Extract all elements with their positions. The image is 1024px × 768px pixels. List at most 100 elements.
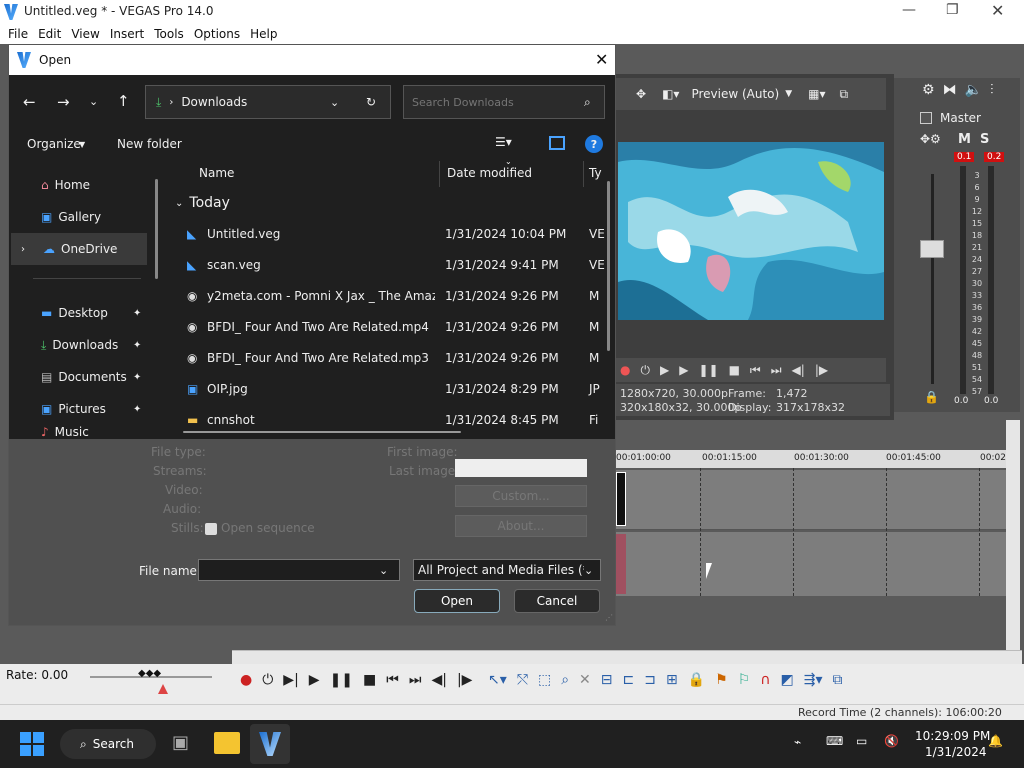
prev-frame-icon[interactable]: ◀|: [792, 363, 805, 377]
audio-clip[interactable]: [616, 534, 626, 594]
marker-icon[interactable]: ⚑: [715, 672, 728, 688]
nav-item-music[interactable]: ♪ Music: [9, 425, 149, 439]
file-row[interactable]: ◣ scan.veg 1/31/2024 9:41 PM VE: [167, 250, 607, 281]
envelope-tool-icon[interactable]: ⤲: [517, 672, 528, 688]
open-sequence-checkbox[interactable]: [205, 523, 217, 535]
go-to-end-icon[interactable]: ⏭: [409, 672, 422, 688]
refresh-icon[interactable]: ↻: [366, 95, 376, 109]
file-row[interactable]: ◉ BFDI_ Four And Two Are Related.mp4 1/31/…: [167, 312, 607, 343]
view-options-icon[interactable]: ☰▾: [495, 135, 512, 149]
menu-help[interactable]: Help: [250, 27, 277, 41]
stop-icon[interactable]: ■: [729, 363, 740, 377]
prev-frame-icon[interactable]: ◀|: [431, 672, 446, 688]
file-list-vscroll[interactable]: [607, 181, 610, 351]
search-input[interactable]: [412, 95, 578, 109]
menu-insert[interactable]: Insert: [110, 27, 144, 41]
custom-button[interactable]: Custom...: [455, 485, 587, 507]
capture-icon[interactable]: ⧉: [833, 672, 843, 688]
group-header-today[interactable]: ⌄ Today: [175, 195, 230, 211]
go-to-start-icon[interactable]: ⏮: [386, 672, 399, 688]
fx-icon[interactable]: ✥⚙: [920, 132, 941, 146]
new-folder-button[interactable]: New folder: [117, 137, 182, 151]
lock-icon[interactable]: 🔒: [688, 672, 705, 688]
windows-start-icon[interactable]: [20, 732, 44, 756]
nav-item-downloads[interactable]: ⤓ Downloads ✦: [9, 329, 149, 361]
back-icon[interactable]: ←: [23, 93, 36, 111]
record-icon[interactable]: ●: [240, 672, 252, 688]
solo-button[interactable]: S: [980, 132, 989, 147]
pause-icon[interactable]: ❚❚: [330, 672, 353, 688]
file-row[interactable]: ▣ OIP.jpg 1/31/2024 8:29 PM JP: [167, 374, 607, 405]
chevron-down-icon[interactable]: ⌄: [379, 564, 388, 577]
menu-file[interactable]: File: [8, 27, 28, 41]
volume-fader[interactable]: [920, 240, 944, 258]
column-header-type[interactable]: Ty: [589, 166, 602, 180]
trim-start-icon[interactable]: ⊏: [623, 672, 635, 688]
menu-view[interactable]: View: [71, 27, 99, 41]
file-row[interactable]: ◉ BFDI_ Four And Two Are Related.mp3 1/31/…: [167, 343, 607, 374]
ripple-icon[interactable]: ⇶▾: [804, 672, 823, 688]
restore-icon[interactable]: ❐: [946, 2, 959, 18]
play-icon[interactable]: ▶: [679, 363, 688, 377]
selection-tool-icon[interactable]: ⬚: [538, 672, 551, 688]
record-icon[interactable]: ●: [620, 363, 630, 377]
bus-icon[interactable]: ⧓: [943, 82, 957, 98]
file-name-combobox[interactable]: ⌄: [198, 559, 400, 581]
preview-mode-dropdown[interactable]: Preview (Auto): [691, 87, 779, 101]
preview-pane-icon[interactable]: [549, 136, 565, 150]
play-from-start-icon[interactable]: ▶: [660, 363, 669, 377]
file-type-filter[interactable]: All Project and Media Files (*.ve ⌄: [413, 559, 601, 581]
file-name-input[interactable]: [203, 562, 379, 578]
close-icon[interactable]: ✕: [991, 1, 1004, 20]
notification-bell-icon[interactable]: 🔔: [988, 734, 1003, 748]
cancel-button[interactable]: Cancel: [514, 589, 600, 613]
zoom-tool-icon[interactable]: ⌕: [561, 672, 569, 688]
pause-icon[interactable]: ❚❚: [698, 363, 718, 377]
collapse-chevron-icon[interactable]: ⌄: [175, 198, 183, 209]
file-row[interactable]: ◣ Untitled.veg 1/31/2024 10:04 PM VE: [167, 219, 607, 250]
open-button[interactable]: Open: [414, 589, 500, 613]
address-dropdown-icon[interactable]: ⌄: [330, 96, 339, 109]
audio-track[interactable]: [616, 532, 1006, 596]
column-header-date[interactable]: Date modified: [447, 166, 532, 180]
nav-item-gallery[interactable]: ▣ Gallery: [9, 201, 159, 233]
network-icon[interactable]: ⌁: [794, 735, 801, 749]
nav-item-onedrive[interactable]: › ☁ OneDrive: [11, 233, 147, 265]
split-icon[interactable]: ◧▾: [662, 87, 679, 101]
nav-item-home[interactable]: ⌂ Home: [9, 169, 159, 201]
search-box[interactable]: ⌕: [403, 85, 605, 119]
breadcrumb[interactable]: Downloads: [181, 95, 247, 109]
video-track[interactable]: [616, 470, 1006, 530]
snapping-icon[interactable]: ∩: [760, 672, 770, 688]
menu-edit[interactable]: Edit: [38, 27, 61, 41]
mute-button[interactable]: M: [958, 132, 971, 147]
file-list-hscroll[interactable]: [183, 431, 461, 433]
speaker-icon[interactable]: 🔈: [965, 82, 982, 98]
minimize-icon[interactable]: —: [902, 2, 916, 18]
play-from-start-icon[interactable]: ▶|: [283, 672, 298, 688]
timeline-vscroll[interactable]: [1006, 420, 1020, 650]
expand-chevron-icon[interactable]: ›: [21, 244, 25, 255]
file-row[interactable]: ◉ y2meta.com - Pomni X Jax _ The Amazin..…: [167, 281, 607, 312]
lock-icon[interactable]: 🔒: [924, 390, 939, 404]
menu-options[interactable]: Options: [194, 27, 240, 41]
next-frame-icon[interactable]: |▶: [457, 672, 472, 688]
forward-icon[interactable]: →: [57, 93, 70, 111]
channels-icon[interactable]: ⫶: [990, 82, 994, 98]
move-icon[interactable]: ✥: [636, 87, 646, 101]
help-icon[interactable]: ?: [585, 135, 603, 153]
nav-item-documents[interactable]: ▤ Documents ✦: [9, 361, 149, 393]
grid-icon[interactable]: ▦▾: [808, 87, 825, 101]
next-frame-icon[interactable]: |▶: [815, 363, 828, 377]
dialog-close-icon[interactable]: ✕: [595, 50, 608, 69]
file-explorer-icon[interactable]: [214, 732, 240, 754]
address-bar[interactable]: ⤓ › Downloads ⌄ ↻: [145, 85, 391, 119]
rate-slider-thumb[interactable]: ◆◆◆: [138, 668, 161, 679]
pin-icon[interactable]: ✦: [133, 372, 141, 383]
organize-button[interactable]: Organize: [27, 137, 81, 151]
keyboard-icon[interactable]: ⌨: [826, 734, 843, 748]
about-button[interactable]: About...: [455, 515, 587, 537]
chevron-down-icon[interactable]: ▼: [785, 89, 792, 99]
stop-icon[interactable]: ■: [363, 672, 376, 688]
video-clip[interactable]: [616, 472, 626, 526]
